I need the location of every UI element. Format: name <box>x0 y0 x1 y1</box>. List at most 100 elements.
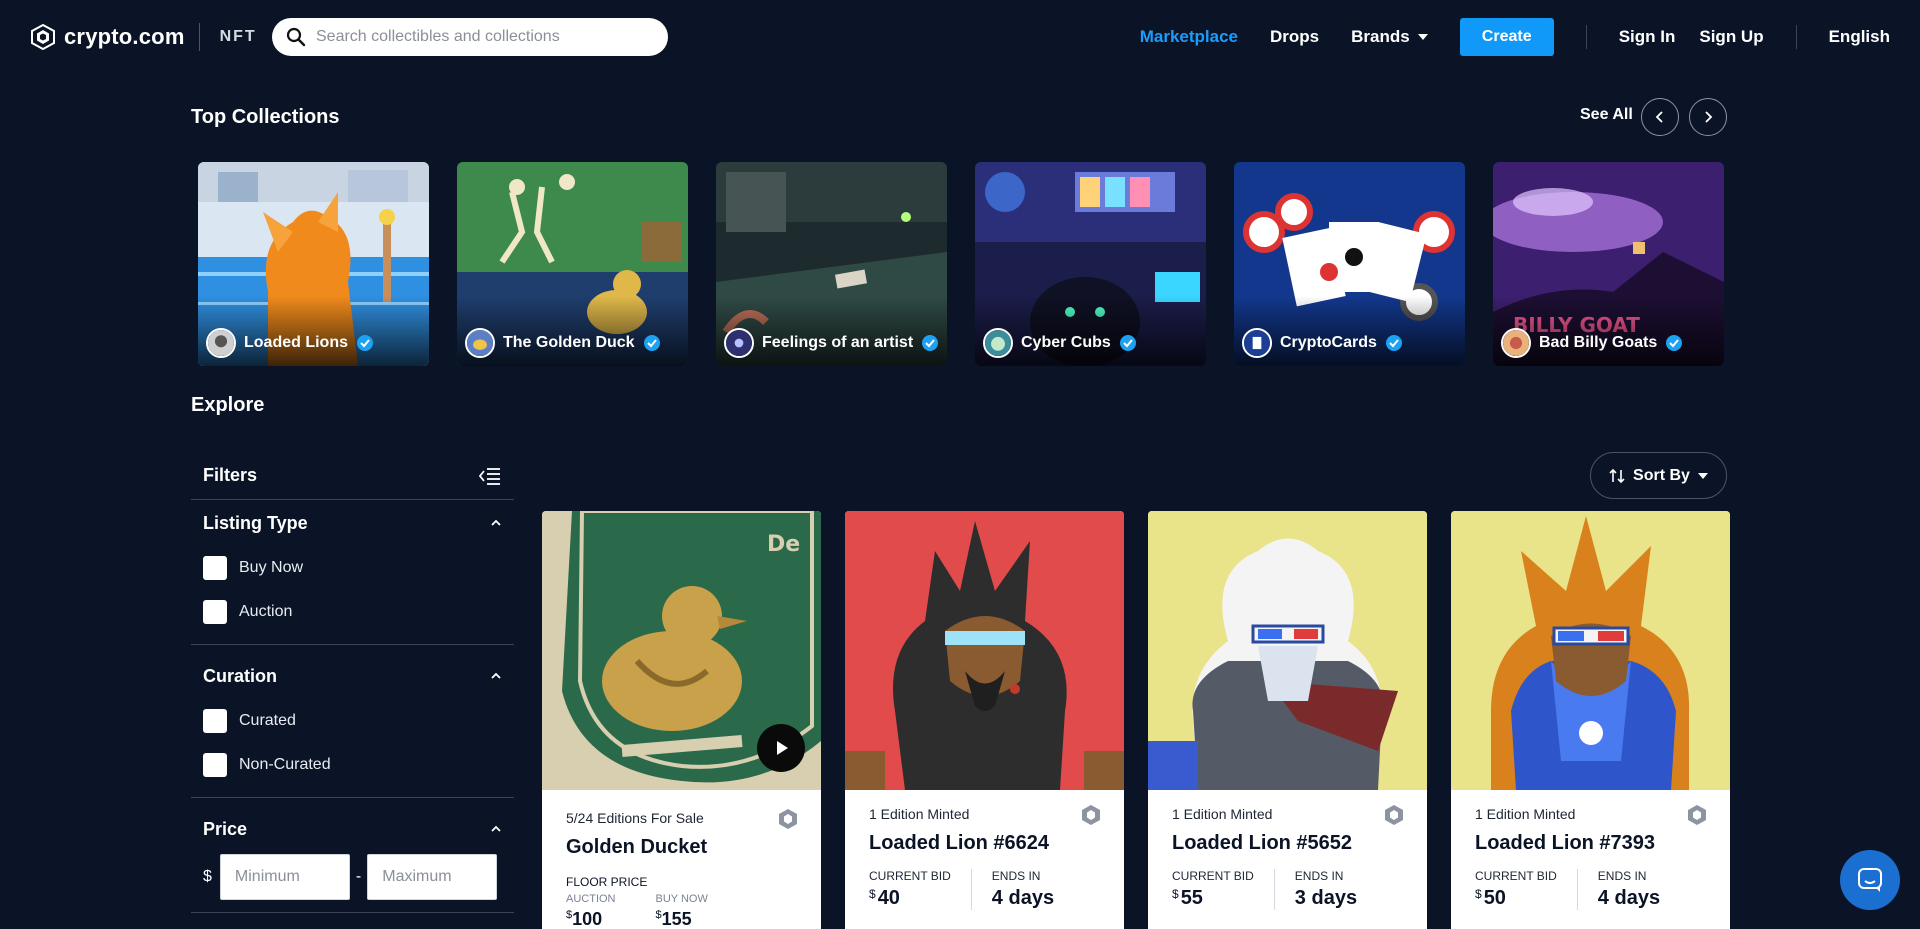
collection-card-cyber-cubs[interactable]: Cyber Cubs <box>975 162 1206 366</box>
site-logo[interactable]: crypto.com NFT <box>30 17 257 57</box>
currency-symbol: $ <box>1172 887 1179 901</box>
nft-card[interactable]: De 5/24 Editions For Sale Golden Ducket … <box>542 511 821 929</box>
language-selector[interactable]: English <box>1829 27 1890 47</box>
sort-by-button[interactable]: Sort By <box>1590 452 1727 499</box>
chat-icon <box>1858 868 1882 892</box>
ends-in: ENDS IN 3 days <box>1273 869 1377 910</box>
collection-card-bad-billy-goats[interactable]: BILLY GOAT Bad Billy Goats <box>1493 162 1724 366</box>
see-all-link[interactable]: See All <box>1580 106 1633 124</box>
nft-card-body: 1 Edition Minted Loaded Lion #5652 CURRE… <box>1148 790 1427 910</box>
nft-title: Golden Ducket <box>566 836 708 858</box>
collection-avatar <box>1242 328 1272 358</box>
logo-text: crypto.com <box>64 24 185 49</box>
ends-in-label: ENDS IN <box>1597 869 1647 883</box>
collection-avatar <box>206 328 236 358</box>
verified-badge-icon <box>922 335 939 351</box>
floor-auction-value: $100 <box>566 909 616 929</box>
ends-in: ENDS IN 4 days <box>970 869 1074 910</box>
nav-brands-dropdown[interactable]: Brands <box>1351 27 1428 47</box>
collection-card-cryptocards[interactable]: CryptoCards <box>1234 162 1465 366</box>
ends-in-value: 4 days <box>991 887 1055 909</box>
top-navigation: crypto.com NFT Marketplace Drops Brands … <box>0 0 1920 74</box>
nft-card[interactable]: 1 Edition Minted Loaded Lion #7393 CURRE… <box>1451 511 1730 929</box>
nft-card-body: 1 Edition Minted Loaded Lion #7393 CURRE… <box>1451 790 1730 910</box>
header-nav: Marketplace Drops Brands Create Sign In … <box>1108 18 1890 56</box>
collection-avatar <box>983 328 1013 358</box>
current-bid-value: $55 <box>1172 887 1254 910</box>
current-bid-label: CURRENT BID <box>1475 869 1557 883</box>
logo-nft-label: NFT <box>219 28 257 45</box>
collection-name: Feelings of an artist <box>762 334 914 351</box>
filters-panel: Filters Listing Type Buy Now Auction Cur… <box>191 452 514 913</box>
nft-card[interactable]: 1 Edition Minted Loaded Lion #6624 CURRE… <box>845 511 1124 929</box>
sign-up-link[interactable]: Sign Up <box>1699 27 1763 47</box>
filter-option-auction[interactable]: Auction <box>203 590 502 634</box>
checkbox[interactable] <box>203 600 227 624</box>
search-input[interactable] <box>316 28 646 46</box>
currency-symbol: $ <box>1475 887 1482 901</box>
current-bid: CURRENT BID $55 <box>1172 869 1274 910</box>
filter-group-title: Listing Type <box>203 512 308 533</box>
collection-card-golden-duck[interactable]: The Golden Duck <box>457 162 688 366</box>
nav-drops[interactable]: Drops <box>1270 27 1319 47</box>
collection-label: Feelings of an artist <box>724 328 939 358</box>
price-max-input[interactable] <box>367 854 498 900</box>
filter-option-label: Non-Curated <box>239 756 331 773</box>
nft-card[interactable]: 1 Edition Minted Loaded Lion #5652 CURRE… <box>1148 511 1427 929</box>
verified-badge-icon <box>357 335 373 351</box>
collection-label: Bad Billy Goats <box>1501 328 1683 358</box>
filter-group-listing-type: Listing Type Buy Now Auction <box>191 500 514 645</box>
filters-title: Filters <box>203 465 258 485</box>
floor-buy-now-value: $155 <box>656 909 708 929</box>
play-button[interactable] <box>757 724 805 772</box>
collapse-filters-icon[interactable] <box>478 466 502 486</box>
nft-image: De <box>542 511 821 790</box>
collection-name: CryptoCards <box>1280 334 1377 351</box>
filter-group-header[interactable]: Curation <box>203 653 502 699</box>
collection-name: The Golden Duck <box>503 334 635 351</box>
nav-divider <box>1795 25 1797 49</box>
svg-text:De: De <box>767 532 800 557</box>
filter-group-title: Curation <box>203 665 277 686</box>
bid-amount: 40 <box>877 887 900 909</box>
collection-avatar <box>724 328 754 358</box>
sign-in-link[interactable]: Sign In <box>1619 27 1676 47</box>
filter-group-header[interactable]: Listing Type <box>203 500 502 546</box>
nft-title: Loaded Lion #5652 <box>1172 832 1353 854</box>
filter-group-header[interactable]: Price <box>203 806 502 852</box>
create-button[interactable]: Create <box>1459 18 1554 56</box>
sort-icon <box>1609 468 1625 483</box>
support-chat-button[interactable] <box>1840 850 1900 910</box>
nft-image <box>1451 511 1730 790</box>
filter-option-buy-now[interactable]: Buy Now <box>203 546 502 590</box>
chevron-up-icon <box>491 519 501 526</box>
carousel-prev-button[interactable] <box>1641 98 1679 136</box>
filter-option-label: Auction <box>239 603 293 620</box>
collection-name: Cyber Cubs <box>1021 334 1111 351</box>
nav-marketplace[interactable]: Marketplace <box>1140 27 1238 47</box>
filter-group-title: Price <box>203 818 248 839</box>
filter-option-non-curated[interactable]: Non-Curated <box>203 743 502 787</box>
nft-grid: De 5/24 Editions For Sale Golden Ducket … <box>542 511 1730 929</box>
current-bid: CURRENT BID $40 <box>869 869 971 910</box>
checkbox[interactable] <box>203 709 227 733</box>
collection-avatar <box>1501 328 1531 358</box>
floor-price-row: AUCTION $100 BUY NOW $155 <box>566 893 797 929</box>
currency-symbol: $ <box>869 887 876 901</box>
chevron-left-icon <box>1655 111 1663 123</box>
collection-badge-icon <box>779 809 797 829</box>
top-collections-carousel: Loaded Lions The Golden Duck Feelings of… <box>198 162 1724 366</box>
filter-option-curated[interactable]: Curated <box>203 699 502 743</box>
price-min-input[interactable] <box>219 854 350 900</box>
checkbox[interactable] <box>203 556 227 580</box>
collection-label: CryptoCards <box>1242 328 1403 358</box>
collection-label: The Golden Duck <box>465 328 661 358</box>
collection-card-feelings-of-an-artist[interactable]: Feelings of an artist <box>716 162 947 366</box>
carousel-next-button[interactable] <box>1689 98 1727 136</box>
nft-title: Loaded Lion #6624 <box>869 832 1050 854</box>
current-bid-value: $40 <box>869 887 951 910</box>
checkbox[interactable] <box>203 753 227 777</box>
collection-card-loaded-lions[interactable]: Loaded Lions <box>198 162 429 366</box>
search-bar[interactable] <box>272 18 668 56</box>
filter-option-label: Buy Now <box>239 559 304 576</box>
